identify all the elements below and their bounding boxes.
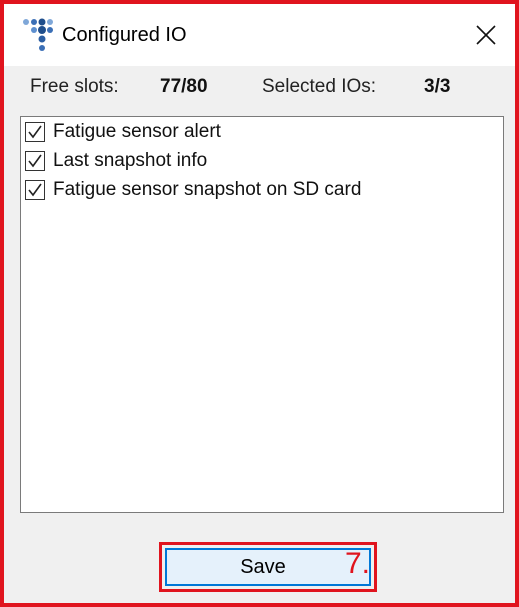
- io-item-label: Last snapshot info: [53, 149, 208, 171]
- io-item-last-snapshot-info[interactable]: Last snapshot info: [21, 146, 503, 175]
- close-button[interactable]: [463, 12, 509, 58]
- slot-stats: Free slots: 77/80 Selected IOs: 3/3: [4, 76, 515, 104]
- checkmark-icon: [28, 154, 42, 167]
- close-icon: [476, 25, 496, 45]
- io-checkbox-list[interactable]: Fatigue sensor alert Last snapshot info …: [20, 116, 504, 513]
- step-marker: 7.: [345, 547, 371, 580]
- window-title: Configured IO: [62, 24, 187, 46]
- free-slots-value: 77/80: [160, 76, 208, 97]
- checkbox[interactable]: [25, 150, 45, 171]
- save-highlight-outline: Save 7.: [159, 542, 377, 592]
- configured-io-dialog: Configured IO Free slots: 77/80 Selected…: [0, 0, 519, 607]
- title-bar: Configured IO: [4, 4, 515, 66]
- checkbox[interactable]: [25, 121, 45, 142]
- checkmark-icon: [28, 183, 42, 196]
- io-item-label: Fatigue sensor alert: [53, 120, 221, 142]
- checkbox[interactable]: [25, 179, 45, 200]
- checkmark-icon: [28, 125, 42, 138]
- io-item-label: Fatigue sensor snapshot on SD card: [53, 178, 362, 200]
- selected-ios-value: 3/3: [424, 76, 451, 97]
- save-button[interactable]: Save: [165, 548, 371, 586]
- dots-logo-icon: [23, 18, 53, 51]
- free-slots-label: Free slots:: [30, 76, 119, 97]
- io-item-fatigue-snapshot-sd[interactable]: Fatigue sensor snapshot on SD card: [21, 175, 503, 204]
- io-item-fatigue-sensor-alert[interactable]: Fatigue sensor alert: [21, 117, 503, 146]
- selected-ios-label: Selected IOs:: [262, 76, 377, 97]
